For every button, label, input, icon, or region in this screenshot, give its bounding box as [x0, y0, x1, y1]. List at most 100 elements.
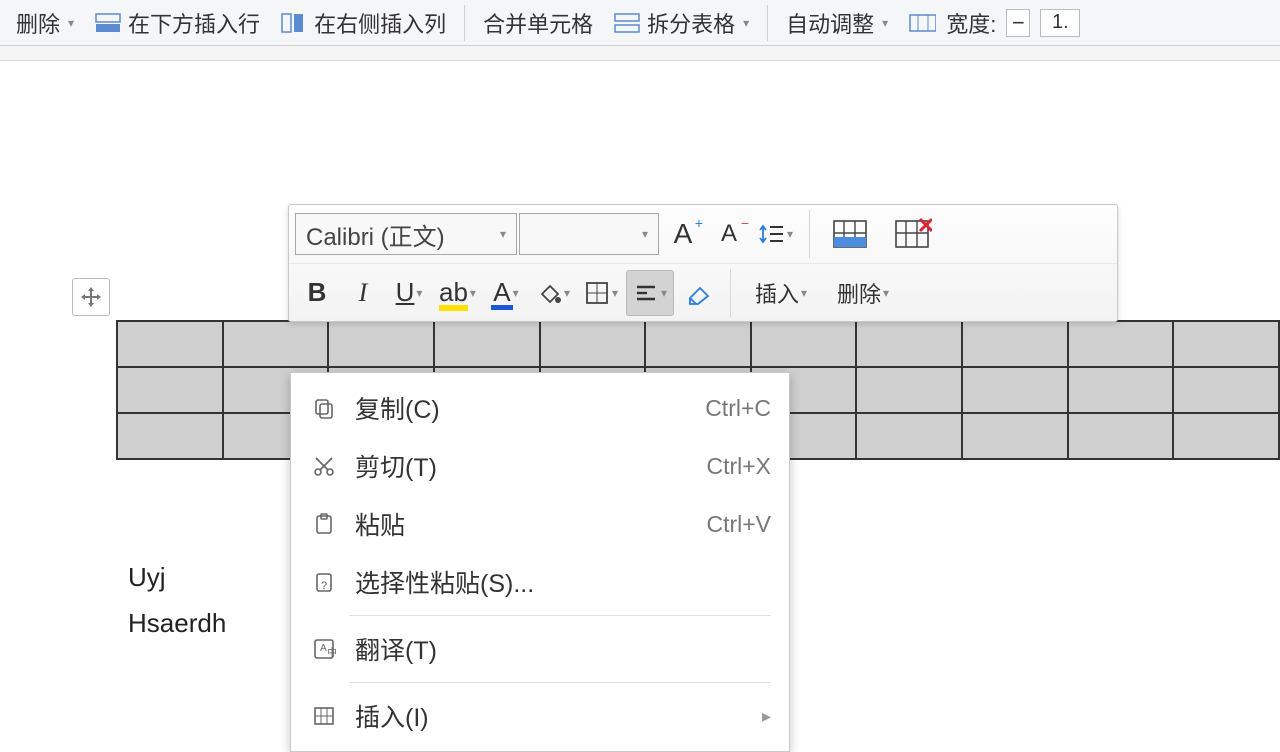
shading-button[interactable]: ▾	[530, 270, 576, 316]
svg-text:A: A	[320, 643, 327, 654]
width-decrement[interactable]: −	[1006, 9, 1030, 37]
dropdown-icon: ▾	[68, 16, 74, 30]
bold-button[interactable]: B	[295, 270, 339, 316]
dropdown-icon: ▾	[612, 286, 618, 300]
ctx-divider	[349, 682, 771, 683]
line-spacing-button[interactable]: ▾	[753, 211, 799, 257]
ctx-paste-shortcut: Ctrl+V	[706, 511, 771, 538]
insert-col-right-icon	[280, 11, 308, 35]
delete-table-button[interactable]	[882, 217, 942, 251]
scissors-icon	[309, 454, 339, 478]
mini-toolbar-row2: B I U ▾ ab ▾ A ▾ ▾ ▾ ▾ 插入	[289, 263, 1117, 321]
auto-fit-dropdown[interactable]: 自动调整 ▾	[778, 3, 896, 43]
dropdown-icon: ▾	[564, 286, 570, 300]
split-table-label: 拆分表格	[647, 7, 735, 39]
ctx-copy[interactable]: 复制(C) Ctrl+C	[291, 379, 789, 437]
body-text: Uyj Hsaerdh	[128, 555, 226, 646]
ribbon-separator	[767, 5, 768, 41]
insert-row-below-button[interactable]: 在下方插入行	[86, 3, 268, 43]
insert-row-below-icon	[94, 11, 122, 35]
svg-text:中: 中	[327, 646, 336, 659]
move-icon	[79, 285, 103, 309]
ctx-copy-label: 复制(C)	[355, 390, 689, 426]
ctx-paste-label: 粘贴	[355, 506, 690, 542]
grow-font-button[interactable]: A+	[661, 211, 705, 257]
dropdown-icon: ▾	[470, 286, 476, 300]
delete-table-icon	[892, 217, 932, 251]
insert-table-button[interactable]	[820, 217, 880, 251]
borders-icon	[584, 280, 610, 306]
dropdown-icon: ▾	[743, 16, 749, 30]
ribbon-separator	[464, 5, 465, 41]
separator	[809, 210, 810, 258]
body-line: Uyj	[128, 555, 226, 601]
ctx-paste-special-label: 选择性粘贴(S)...	[355, 564, 771, 600]
merge-cells-label: 合并单元格	[483, 7, 593, 39]
split-table-dropdown[interactable]: 拆分表格 ▾	[605, 3, 757, 43]
merge-cells-button[interactable]: 合并单元格	[475, 3, 601, 43]
ctx-insert[interactable]: 插入(I) ▸	[291, 687, 789, 745]
dropdown-icon: ▾	[513, 286, 519, 300]
separator	[730, 269, 731, 317]
underline-button[interactable]: U ▾	[387, 270, 431, 316]
insert-col-right-label: 在右侧插入列	[314, 7, 446, 39]
table-ribbon: 删除 ▾ 在下方插入行 在右侧插入列 合并单元格 拆分表格 ▾ 自动调整 ▾ 宽…	[0, 0, 1280, 46]
table-icon	[309, 704, 339, 728]
translate-icon: A中	[309, 637, 339, 661]
svg-text:?: ?	[321, 580, 327, 592]
ctx-translate[interactable]: A中 翻译(T)	[291, 620, 789, 678]
dropdown-icon: ▾	[882, 16, 888, 30]
auto-fit-label: 自动调整	[786, 7, 874, 39]
ctx-translate-label: 翻译(T)	[355, 631, 771, 667]
insert-row-below-label: 在下方插入行	[128, 7, 260, 39]
width-label: 宽度:	[946, 7, 996, 39]
copy-icon	[309, 396, 339, 420]
dropdown-icon: ▾	[801, 286, 807, 300]
insert-table-icon	[830, 217, 870, 251]
clipboard-options-icon: ?	[309, 570, 339, 594]
dropdown-icon: ▾	[787, 227, 793, 241]
dropdown-icon: ▾	[883, 286, 889, 300]
eraser-button[interactable]	[676, 270, 720, 316]
shrink-font-button[interactable]: A−	[707, 211, 751, 257]
dropdown-icon: ▾	[416, 286, 422, 300]
clipboard-icon	[309, 512, 339, 536]
eraser-icon	[684, 280, 712, 306]
align-left-icon	[633, 280, 659, 306]
bucket-icon	[536, 280, 562, 306]
ctx-copy-shortcut: Ctrl+C	[705, 395, 771, 422]
ctx-paste[interactable]: 粘贴 Ctrl+V	[291, 495, 789, 553]
font-size-selector[interactable]: ▾	[519, 213, 659, 255]
ctx-divider	[349, 615, 771, 616]
width-icon	[908, 11, 936, 35]
ctx-paste-special[interactable]: ? 选择性粘贴(S)...	[291, 553, 789, 611]
submenu-arrow-icon: ▸	[762, 706, 771, 727]
font-name-selector[interactable]: Calibri (正文) ▾	[295, 213, 517, 255]
split-table-icon	[613, 11, 641, 35]
ctx-insert-label: 插入(I)	[355, 698, 746, 734]
mini-toolbar-row1: Calibri (正文) ▾ ▾ A+ A− ▾	[289, 205, 1117, 263]
ctx-cut-label: 剪切(T)	[355, 448, 690, 484]
italic-button[interactable]: I	[341, 270, 385, 316]
highlight-button[interactable]: ab ▾	[433, 270, 482, 316]
insert-col-right-button[interactable]: 在右侧插入列	[272, 3, 454, 43]
align-button[interactable]: ▾	[626, 270, 674, 316]
ctx-cut[interactable]: 剪切(T) Ctrl+X	[291, 437, 789, 495]
delete-dropdown[interactable]: 删除 ▾	[8, 3, 82, 43]
borders-button[interactable]: ▾	[578, 270, 624, 316]
font-color-button[interactable]: A ▾	[484, 270, 528, 316]
width-control: 宽度: − 1.	[900, 3, 1088, 43]
width-value[interactable]: 1.	[1040, 9, 1080, 37]
font-name-value: Calibri (正文)	[306, 217, 445, 252]
ctx-cut-shortcut: Ctrl+X	[706, 453, 771, 480]
table-move-handle[interactable]	[72, 278, 110, 316]
mini-toolbar: Calibri (正文) ▾ ▾ A+ A− ▾ B I U ▾	[288, 204, 1118, 322]
delete-dropdown[interactable]: 删除 ▾	[823, 270, 903, 316]
insert-dropdown[interactable]: 插入 ▾	[741, 270, 821, 316]
dropdown-icon: ▾	[661, 286, 667, 300]
delete-label: 删除	[16, 7, 60, 39]
body-line: Hsaerdh	[128, 601, 226, 647]
context-menu: 复制(C) Ctrl+C 剪切(T) Ctrl+X 粘贴 Ctrl+V ? 选择…	[290, 372, 790, 752]
dropdown-icon: ▾	[500, 227, 506, 241]
dropdown-icon: ▾	[642, 227, 648, 241]
